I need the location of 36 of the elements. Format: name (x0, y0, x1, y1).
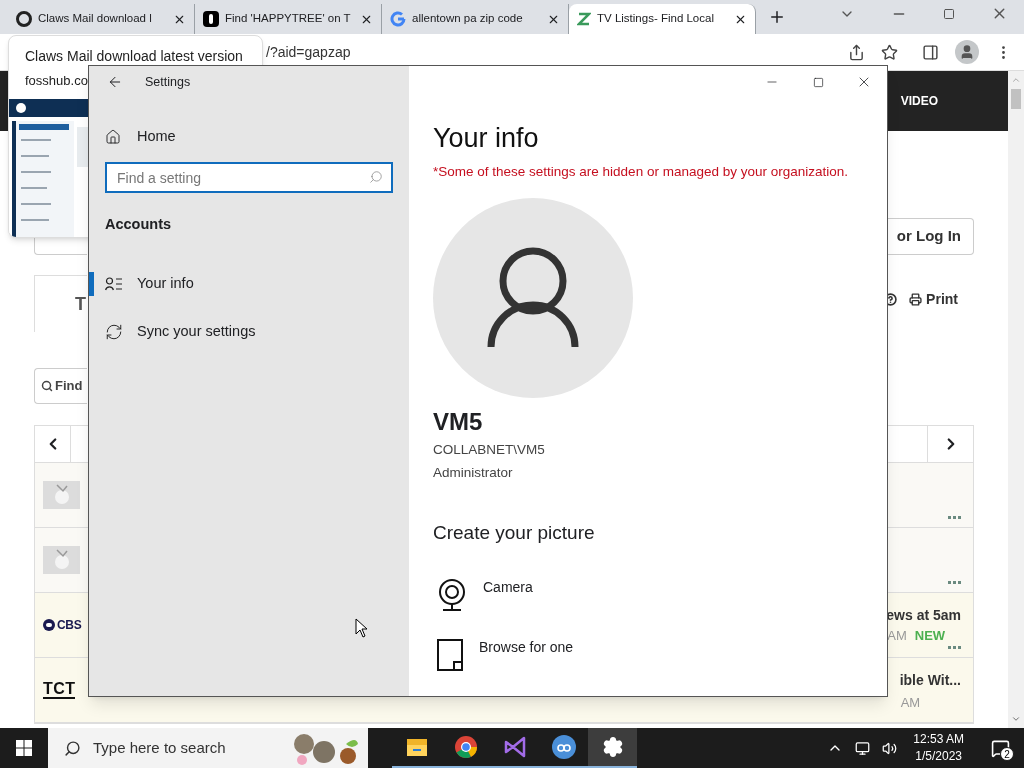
account-role: Administrator (433, 463, 513, 482)
find-field[interactable]: Find (34, 368, 87, 404)
tab-title: Find 'HAPPYTREE' on T (225, 11, 352, 27)
nav-item[interactable]: Sync your settings (89, 319, 409, 344)
channel-logo: CBS (57, 617, 82, 634)
section-heading: Accounts (105, 215, 172, 234)
show-time: AM (887, 627, 907, 646)
picture-option[interactable]: Camera (437, 579, 574, 613)
page-title: T (75, 292, 86, 316)
address-text[interactable]: /?aid=gapzap (266, 41, 351, 63)
notification-count: 2 (1000, 747, 1014, 761)
channel-logo: TCT (43, 681, 76, 699)
window-title: Settings (145, 73, 191, 91)
find-setting-field[interactable]: Find a setting (105, 162, 393, 193)
nav-item[interactable]: Your info (89, 271, 409, 296)
notifications-button[interactable]: 2 (980, 728, 1020, 768)
managed-notice: *Some of these settings are hidden or managed by your organization. (433, 163, 848, 181)
tab-title: allentown pa zip code (412, 11, 524, 27)
account-name: COLLABNET\VM5 (433, 441, 545, 460)
clock[interactable]: 12:53 AM 1/5/2023 (909, 731, 968, 765)
page-heading: Your info (433, 122, 539, 155)
tab-title: TV Listings- Find Local (597, 11, 715, 27)
show-title[interactable]: ible Wit... (899, 670, 961, 691)
browser-tab[interactable]: TV Listings- Find Local (569, 4, 756, 34)
preview-site: fosshub.co (25, 72, 88, 90)
preview-title: Claws Mail download latest version (24, 47, 244, 66)
section-heading: Create your picture (433, 520, 595, 545)
taskbar-search-field[interactable]: Type here to search (48, 728, 368, 768)
picture-option[interactable]: Browse for one (437, 639, 574, 672)
nav-link[interactable]: VIDEO (900, 92, 938, 110)
user-name: VM5 (433, 407, 483, 438)
new-label: NEW (914, 627, 946, 646)
tab-title: Claws Mail download l (38, 11, 153, 27)
print-link[interactable]: Print (909, 289, 958, 310)
show-time: AM (900, 693, 921, 712)
home-item[interactable]: Home (105, 125, 393, 149)
